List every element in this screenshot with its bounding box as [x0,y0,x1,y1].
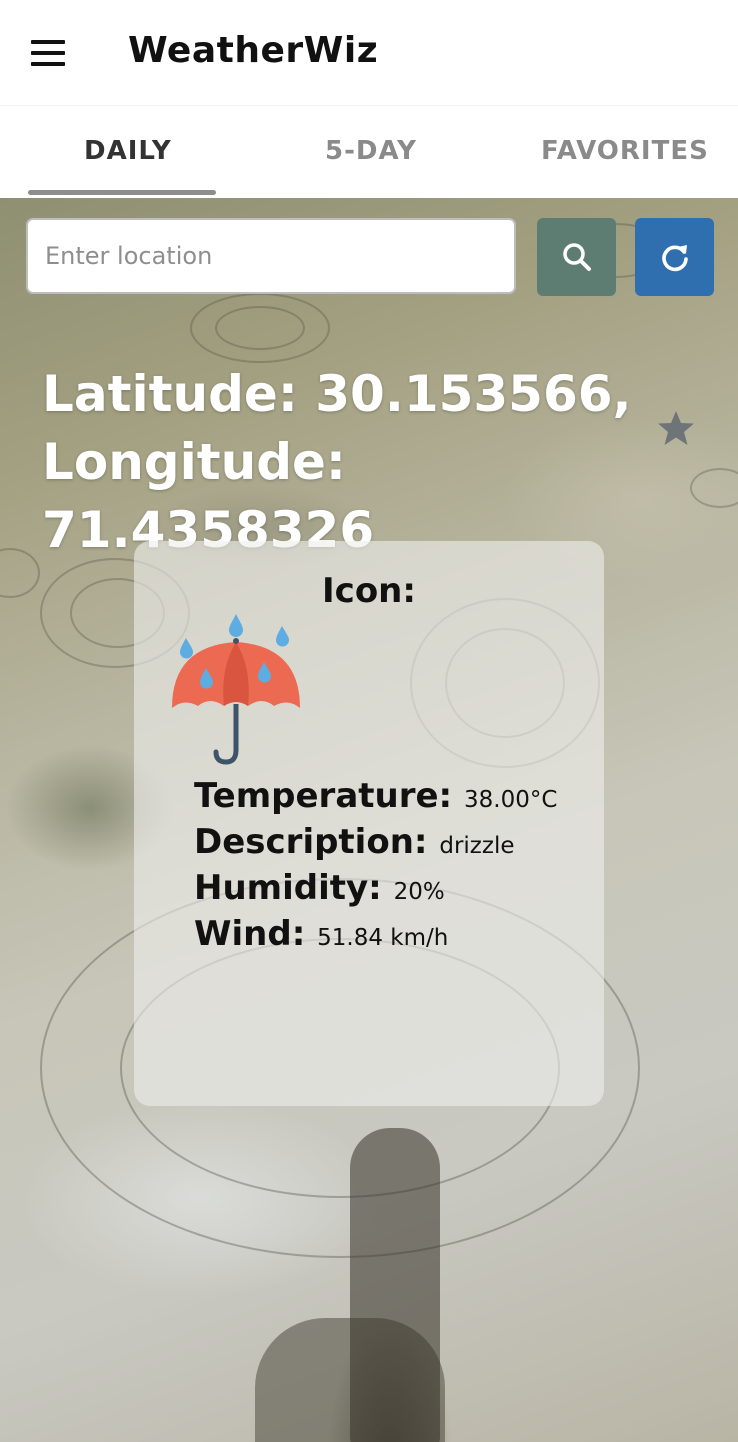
app-screen: WeatherWiz DAILY 5-DAY FAVORITES Enter l… [0,0,738,1442]
tab-favorites[interactable]: FAVORITES [541,136,709,166]
active-tab-indicator [28,190,216,195]
refresh-icon [635,218,714,296]
tab-5-day[interactable]: 5-DAY [325,136,417,166]
humidity-row: Humidity: 20% [194,868,445,908]
icon-label: Icon: [322,571,416,611]
app-title: WeatherWiz [128,30,379,71]
favorite-button[interactable] [656,408,696,448]
latitude-text: Latitude: 30.153566, [42,365,632,423]
description-row: Description: drizzle [194,822,515,862]
star-icon [658,411,694,445]
temperature-row: Temperature: 38.00°C [194,776,557,816]
location-coordinates: Latitude: 30.153566, Longitude: 71.43583… [42,360,662,564]
humidity-label: Humidity: [194,868,382,908]
temperature-value: 38.00°C [464,787,558,813]
description-value: drizzle [439,833,515,859]
tab-daily[interactable]: DAILY [84,136,172,166]
search-button[interactable] [537,218,616,296]
wind-label: Wind: [194,914,306,954]
menu-button[interactable] [28,34,70,72]
refresh-button[interactable] [635,218,714,296]
location-search-input[interactable] [26,218,516,294]
temperature-label: Temperature: [194,776,453,816]
tab-bar: DAILY 5-DAY FAVORITES [0,106,738,198]
wind-value: 51.84 km/h [317,925,449,951]
humidity-value: 20% [393,879,445,905]
umbrella-rain-icon [168,612,304,768]
description-label: Description: [194,822,428,862]
search-icon [537,218,616,296]
wind-row: Wind: 51.84 km/h [194,914,448,954]
top-app-bar: WeatherWiz [0,0,738,106]
